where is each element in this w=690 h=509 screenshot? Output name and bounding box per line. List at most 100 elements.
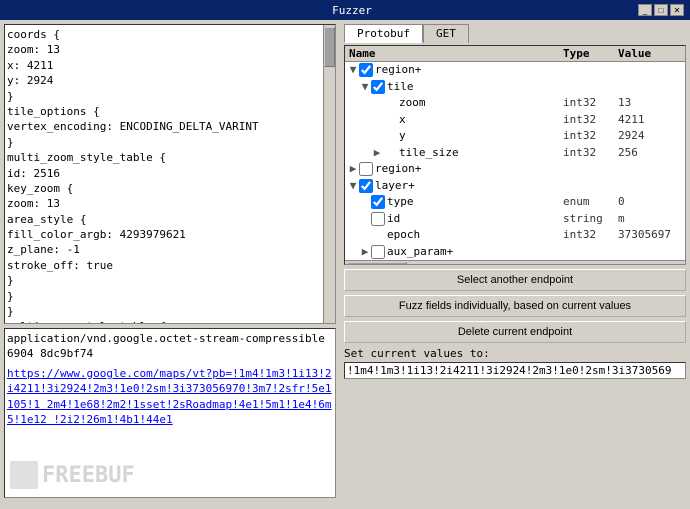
set-values-label: Set current values to: (344, 347, 686, 360)
buttons-section: Select another endpoint Fuzz fields indi… (344, 269, 686, 343)
right-panel: Protobuf GET Name Type Value ▼region+▼ti… (340, 20, 690, 509)
tree-row[interactable]: zoomint3213 (345, 95, 685, 112)
scrollbar-h-thumb[interactable] (347, 262, 407, 266)
code-line: x: 4211 (7, 58, 319, 73)
code-line: key_zoom { (7, 181, 319, 196)
row-checkbox[interactable] (371, 212, 385, 226)
tree-row[interactable]: typeenum0 (345, 194, 685, 211)
tree-row[interactable]: ▼ layer+ (345, 178, 685, 195)
expander-icon[interactable]: ▶ (359, 244, 371, 261)
code-line: vertex_encoding: ENCODING_DELTA_VARINT (7, 119, 319, 134)
row-type: string (563, 211, 618, 228)
tree-row[interactable]: ▶ aux_param+ (345, 244, 685, 261)
code-line: } (7, 273, 319, 288)
row-type: int32 (563, 112, 618, 129)
tree-header: Name Type Value (345, 46, 685, 62)
header-type: Type (563, 47, 618, 60)
expander-icon[interactable]: ▶ (347, 161, 359, 178)
main-container: coords { zoom: 13 x: 4211 y: 2924}tile_o… (0, 20, 690, 509)
code-line: } (7, 304, 319, 319)
code-line: z_plane: -1 (7, 242, 319, 257)
code-line: area_style { (7, 212, 319, 227)
row-checkbox[interactable] (371, 245, 385, 259)
code-line: } (7, 289, 319, 304)
scrollbar-horizontal[interactable] (345, 260, 685, 265)
set-values-row: Set current values to: (344, 347, 686, 379)
row-value: 37305697 (618, 227, 683, 244)
row-name: epoch (387, 227, 563, 244)
row-name: region+ (375, 161, 563, 178)
row-name: id (387, 211, 563, 228)
tree-row[interactable]: ▶ region+ (345, 161, 685, 178)
row-name: region+ (375, 62, 563, 79)
code-text: coords { zoom: 13 x: 4211 y: 2924}tile_o… (7, 27, 333, 324)
delete-endpoint-button[interactable]: Delete current endpoint (344, 321, 686, 343)
code-line: zoom: 13 (7, 42, 319, 57)
row-name: tile (387, 79, 563, 96)
scrollbar-thumb[interactable] (324, 27, 335, 67)
tree-body: ▼region+▼tilezoomint3213xint324211yint32… (345, 62, 685, 260)
code-line: id: 2516 (7, 166, 319, 181)
content-type-text: application/vnd.google.octet-stream-comp… (7, 331, 333, 362)
minimize-button[interactable]: _ (638, 4, 652, 16)
tree-row[interactable]: ▶tile_sizeint32256 (345, 145, 685, 162)
row-value: 0 (618, 194, 683, 211)
window-title: Fuzzer (66, 4, 638, 17)
code-area[interactable]: coords { zoom: 13 x: 4211 y: 2924}tile_o… (4, 24, 336, 324)
window-controls: _ □ ✕ (638, 4, 684, 16)
fuzz-fields-button[interactable]: Fuzz fields individually, based on curre… (344, 295, 686, 317)
row-checkbox[interactable] (359, 63, 373, 77)
bottom-area[interactable]: application/vnd.google.octet-stream-comp… (4, 328, 336, 498)
row-value: m (618, 211, 683, 228)
close-button[interactable]: ✕ (670, 4, 684, 16)
row-name: x (399, 112, 563, 129)
code-line: fill_color_argb: 4293979621 (7, 227, 319, 242)
code-line: } (7, 89, 319, 104)
code-line: tile_options { (7, 104, 319, 119)
left-panel: coords { zoom: 13 x: 4211 y: 2924}tile_o… (0, 20, 340, 509)
row-name: aux_param+ (387, 244, 563, 261)
tree-row[interactable]: ▼ tile (345, 79, 685, 96)
expander-icon[interactable]: ▶ (371, 145, 383, 162)
row-value: 2924 (618, 128, 683, 145)
expander-icon[interactable]: ▼ (347, 62, 359, 79)
row-type: int32 (563, 128, 618, 145)
row-checkbox[interactable] (371, 195, 385, 209)
code-line: zoom: 13 (7, 196, 319, 211)
row-name: y (399, 128, 563, 145)
tree-panel: Name Type Value ▼region+▼tilezoomint3213… (344, 45, 686, 265)
tree-row[interactable]: idstringm (345, 211, 685, 228)
tab-protobuf[interactable]: Protobuf (344, 24, 423, 43)
row-type: int32 (563, 145, 618, 162)
tree-row[interactable]: epochint3237305697 (345, 227, 685, 244)
row-checkbox[interactable] (359, 179, 373, 193)
row-value: 256 (618, 145, 683, 162)
tree-row[interactable]: yint322924 (345, 128, 685, 145)
row-name: layer+ (375, 178, 563, 195)
code-line: y: 2924 (7, 73, 319, 88)
row-value: 4211 (618, 112, 683, 129)
scrollbar-vertical[interactable] (323, 25, 335, 323)
expander-icon[interactable]: ▼ (347, 178, 359, 195)
row-checkbox[interactable] (371, 80, 385, 94)
select-endpoint-button[interactable]: Select another endpoint (344, 269, 686, 291)
row-type: int32 (563, 95, 618, 112)
header-name: Name (347, 47, 563, 60)
tree-row[interactable]: xint324211 (345, 112, 685, 129)
row-name: type (387, 194, 563, 211)
code-line: multi_zoom_style_table { (7, 319, 319, 324)
expander-icon[interactable]: ▼ (359, 79, 371, 96)
maximize-button[interactable]: □ (654, 4, 668, 16)
row-checkbox[interactable] (359, 162, 373, 176)
tree-row[interactable]: ▼ region+ (345, 62, 685, 79)
title-bar: Fuzzer _ □ ✕ (0, 0, 690, 20)
row-name: zoom (399, 95, 563, 112)
tab-get[interactable]: GET (423, 24, 469, 43)
row-value: 13 (618, 95, 683, 112)
row-type: enum (563, 194, 618, 211)
url-text: https://www.google.com/maps/vt?pb=!1m4!1… (7, 366, 333, 428)
code-line: } (7, 135, 319, 150)
code-line: coords { (7, 27, 319, 42)
set-values-input[interactable] (344, 362, 686, 379)
header-value: Value (618, 47, 683, 60)
